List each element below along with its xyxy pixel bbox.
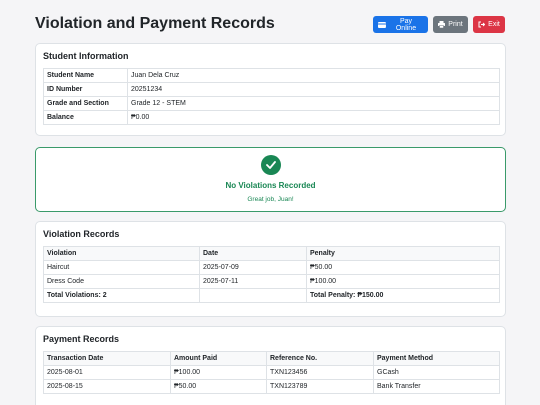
id-number-value: 20251234 <box>127 82 500 97</box>
grade-section-label: Grade and Section <box>43 96 128 111</box>
status-message: Great job, Juan! <box>247 196 294 203</box>
table-total-row: Total Violations: 2 Total Penalty: ₱150.… <box>43 288 500 303</box>
empty-cell <box>199 288 307 303</box>
printer-icon <box>438 21 446 28</box>
credit-card-icon <box>378 21 386 28</box>
no-violations-alert: No Violations Recorded Great job, Juan! <box>35 147 506 212</box>
page-header: Violation and Payment Records Pay Online… <box>35 14 505 38</box>
table-row: Dress Code 2025-07-11 ₱100.00 <box>43 274 500 289</box>
id-number-label: ID Number <box>43 82 128 97</box>
payment-records-title: Payment Records <box>43 334 120 344</box>
student-name-value: Juan Dela Cruz <box>127 68 500 83</box>
print-label: Print <box>448 21 463 28</box>
exit-label: Exit <box>488 21 500 28</box>
penalty-cell: ₱100.00 <box>306 274 500 289</box>
payment-records-card: Payment Records Transaction Date Amount … <box>35 326 506 405</box>
table-row: Student Name Juan Dela Cruz <box>43 68 500 83</box>
amount-cell: ₱100.00 <box>170 365 267 380</box>
column-header: Payment Method <box>373 351 500 366</box>
violation-records-card: Violation Records Violation Date Penalty… <box>35 221 506 317</box>
table-row: Balance ₱0.00 <box>43 110 500 125</box>
column-header: Reference No. <box>266 351 374 366</box>
violation-cell: Haircut <box>43 260 200 275</box>
check-circle-icon <box>261 155 281 175</box>
column-header: Violation <box>43 246 200 261</box>
method-cell: Bank Transfer <box>373 379 500 394</box>
pay-online-button[interactable]: Pay Online <box>373 16 428 33</box>
column-header: Penalty <box>306 246 500 261</box>
balance-value: ₱0.00 <box>127 110 500 125</box>
date-cell: 2025-07-09 <box>199 260 307 275</box>
table-row: Haircut 2025-07-09 ₱50.00 <box>43 260 500 275</box>
transaction-date-cell: 2025-08-15 <box>43 379 171 394</box>
toolbar: Pay Online Print Exit <box>373 16 505 33</box>
grade-section-value: Grade 12 - STEM <box>127 96 500 111</box>
print-button[interactable]: Print <box>433 16 468 33</box>
amount-cell: ₱50.00 <box>170 379 267 394</box>
pay-online-label: Pay Online <box>395 17 417 32</box>
date-cell: 2025-07-11 <box>199 274 307 289</box>
column-header: Date <box>199 246 307 261</box>
student-info-title: Student Information <box>43 51 129 61</box>
table-header-row: Violation Date Penalty <box>43 246 500 261</box>
total-penalty: Total Penalty: ₱150.00 <box>306 288 500 303</box>
payment-table: Transaction Date Amount Paid Reference N… <box>43 351 500 394</box>
table-row: ID Number 20251234 <box>43 82 500 97</box>
student-name-label: Student Name <box>43 68 128 83</box>
student-info-card: Student Information Student Name Juan De… <box>35 43 506 136</box>
total-violations: Total Violations: 2 <box>43 288 200 303</box>
column-header: Amount Paid <box>170 351 267 366</box>
violation-records-title: Violation Records <box>43 229 120 239</box>
transaction-date-cell: 2025-08-01 <box>43 365 171 380</box>
violation-table: Violation Date Penalty Haircut 2025-07-0… <box>43 246 500 303</box>
student-info-table: Student Name Juan Dela Cruz ID Number 20… <box>43 68 500 125</box>
sign-out-icon <box>478 21 486 28</box>
table-row: 2025-08-15 ₱50.00 TXN123789 Bank Transfe… <box>43 379 500 394</box>
column-header: Transaction Date <box>43 351 171 366</box>
penalty-cell: ₱50.00 <box>306 260 500 275</box>
table-row: Grade and Section Grade 12 - STEM <box>43 96 500 111</box>
reference-cell: TXN123456 <box>266 365 374 380</box>
method-cell: GCash <box>373 365 500 380</box>
page-title: Violation and Payment Records <box>35 15 275 32</box>
status-title: No Violations Recorded <box>225 181 316 190</box>
exit-button[interactable]: Exit <box>473 16 505 33</box>
table-header-row: Transaction Date Amount Paid Reference N… <box>43 351 500 366</box>
violation-cell: Dress Code <box>43 274 200 289</box>
table-row: 2025-08-01 ₱100.00 TXN123456 GCash <box>43 365 500 380</box>
balance-label: Balance <box>43 110 128 125</box>
reference-cell: TXN123789 <box>266 379 374 394</box>
